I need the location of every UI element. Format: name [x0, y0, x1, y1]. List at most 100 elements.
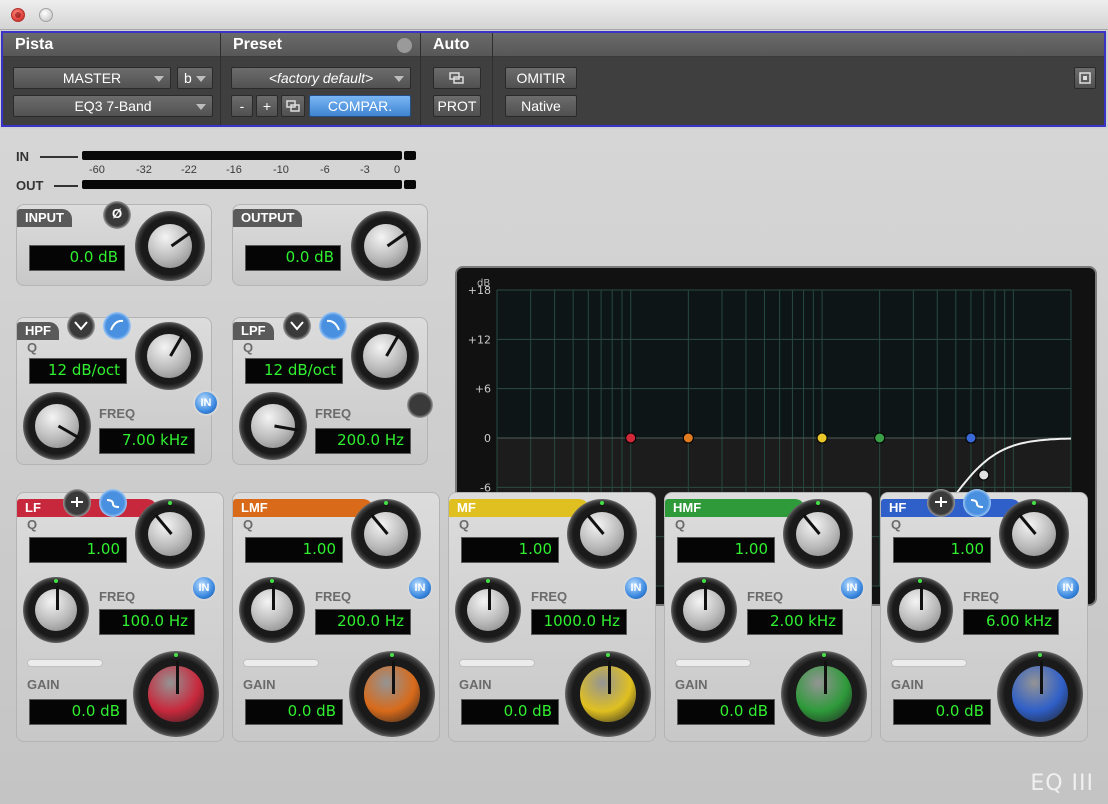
band-in-button[interactable]: IN: [623, 575, 649, 601]
lpf-q-display[interactable]: 12 dB/oct: [245, 358, 343, 384]
lpf-q-knob[interactable]: [351, 322, 419, 390]
band-shape-button[interactable]: [63, 489, 91, 517]
eq-node-lf[interactable]: [625, 432, 637, 444]
band-gain-display[interactable]: 0.0 dB: [893, 699, 991, 725]
input-title: INPUT: [17, 209, 72, 227]
band-gain-display[interactable]: 0.0 dB: [29, 699, 127, 725]
output-gain-display[interactable]: 0.0 dB: [245, 245, 341, 271]
band-freq-knob[interactable]: [887, 577, 953, 643]
hpf-q-label: Q: [27, 340, 38, 355]
hpf-type-button[interactable]: [67, 312, 95, 340]
band-in-button[interactable]: IN: [1055, 575, 1081, 601]
band-freq-display[interactable]: 1000.0 Hz: [531, 609, 627, 635]
shelf-icon: [106, 499, 120, 508]
y-tick-label: 0: [484, 432, 491, 445]
automation-section: Auto PROT: [421, 33, 493, 125]
band-freq-knob[interactable]: [23, 577, 89, 643]
hpf-title: HPF: [17, 322, 59, 340]
band-gain-display[interactable]: 0.0 dB: [245, 699, 343, 725]
band-q-display[interactable]: 1.00: [893, 537, 991, 563]
band-freq-display[interactable]: 6.00 kHz: [963, 609, 1059, 635]
band-freq-knob[interactable]: [239, 577, 305, 643]
preset-menu-icon[interactable]: [397, 38, 412, 53]
input-gain-knob[interactable]: [135, 211, 205, 281]
hpf-freq-display[interactable]: 7.00 kHz: [99, 428, 195, 454]
band-q-display[interactable]: 1.00: [245, 537, 343, 563]
band-freq-knob[interactable]: [455, 577, 521, 643]
band-freq-display[interactable]: 200.0 Hz: [315, 609, 411, 635]
band-freq-display[interactable]: 2.00 kHz: [747, 609, 843, 635]
band-shelf-button[interactable]: [963, 489, 991, 517]
lpf-freq-display[interactable]: 200.0 Hz: [315, 428, 411, 454]
eq-node-hmf[interactable]: [874, 432, 886, 444]
previous-preset-button[interactable]: -: [231, 95, 253, 117]
band-gain-knob[interactable]: [997, 651, 1083, 737]
lpf-freq-knob[interactable]: [239, 392, 307, 460]
band-q-knob[interactable]: [351, 499, 421, 569]
preset-selector[interactable]: <factory default>: [231, 67, 411, 89]
output-panel: OUTPUT 0.0 dB: [232, 204, 428, 286]
band-in-button[interactable]: IN: [191, 575, 217, 601]
band-shape-icon: [935, 497, 947, 507]
chevron-down-icon: [154, 76, 164, 82]
output-clip-indicator[interactable]: [404, 180, 416, 189]
band-in-button[interactable]: IN: [839, 575, 865, 601]
band-gain-knob[interactable]: [565, 651, 651, 737]
band-gain-label: GAIN: [27, 677, 60, 692]
hpf-in-button[interactable]: IN: [193, 390, 219, 416]
input-gain-display[interactable]: 0.0 dB: [29, 245, 125, 271]
eq-node-hf[interactable]: [965, 432, 977, 444]
automation-icon: [449, 72, 464, 84]
preset-section: Preset <factory default> - + COMPAR.: [221, 33, 421, 125]
next-preset-button[interactable]: +: [256, 95, 278, 117]
minimize-icon[interactable]: [39, 8, 53, 22]
eq-node-lpf[interactable]: [978, 469, 990, 481]
track-letter-selector[interactable]: b: [177, 67, 213, 89]
bypass-button[interactable]: OMITIR: [505, 67, 577, 89]
plugin-window: Pista MASTER b EQ3 7-Band Preset <factor…: [0, 0, 1108, 804]
band-q-display[interactable]: 1.00: [677, 537, 775, 563]
automation-window-button[interactable]: [433, 67, 481, 89]
compare-button[interactable]: COMPAR.: [309, 95, 411, 117]
band-freq-display[interactable]: 100.0 Hz: [99, 609, 195, 635]
settings-section: [1065, 33, 1104, 125]
high-pass-icon: [110, 319, 124, 331]
band-q-display[interactable]: 1.00: [29, 537, 127, 563]
band-q-knob[interactable]: [783, 499, 853, 569]
band-gain-knob[interactable]: [349, 651, 435, 737]
input-meter-label: IN: [16, 149, 29, 164]
hpf-freq-knob[interactable]: [23, 392, 91, 460]
output-gain-knob[interactable]: [351, 211, 421, 281]
band-shape-button[interactable]: [927, 489, 955, 517]
band-freq-knob[interactable]: [671, 577, 737, 643]
band-gain-label: GAIN: [675, 677, 708, 692]
copy-settings-button[interactable]: [281, 95, 305, 117]
input-clip-indicator[interactable]: [404, 151, 416, 160]
lpf-in-button[interactable]: [407, 392, 433, 418]
lpf-type-button[interactable]: [283, 312, 311, 340]
plugin-settings-button[interactable]: [1074, 67, 1096, 89]
hpf-q-knob[interactable]: [135, 322, 203, 390]
close-icon[interactable]: [11, 8, 25, 22]
plugin-selector[interactable]: EQ3 7-Band: [13, 95, 213, 117]
hpf-q-display[interactable]: 12 dB/oct: [29, 358, 127, 384]
band-gain-knob[interactable]: [781, 651, 867, 737]
band-q-knob[interactable]: [999, 499, 1069, 569]
eq-node-lmf[interactable]: [682, 432, 694, 444]
phase-invert-button[interactable]: Ø: [103, 201, 131, 229]
lpf-slope-button[interactable]: [319, 312, 347, 340]
band-gain-knob[interactable]: [133, 651, 219, 737]
eq-node-mf[interactable]: [816, 432, 828, 444]
track-selector[interactable]: MASTER: [13, 67, 171, 89]
protect-button[interactable]: PROT: [433, 95, 481, 117]
native-button[interactable]: Native: [505, 95, 577, 117]
band-in-button[interactable]: IN: [407, 575, 433, 601]
band-q-knob[interactable]: [567, 499, 637, 569]
band-q-display[interactable]: 1.00: [461, 537, 559, 563]
hpf-slope-button[interactable]: [103, 312, 131, 340]
band-gain-display[interactable]: 0.0 dB: [461, 699, 559, 725]
band-gain-display[interactable]: 0.0 dB: [677, 699, 775, 725]
band-q-label: Q: [27, 517, 38, 532]
band-q-knob[interactable]: [135, 499, 205, 569]
band-shelf-button[interactable]: [99, 489, 127, 517]
